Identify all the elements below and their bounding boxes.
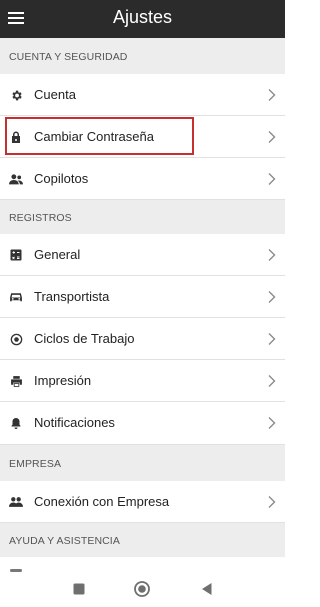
- section-header-empresa: EMPRESA: [0, 445, 285, 481]
- settings-item-notificaciones[interactable]: Notificaciones: [0, 402, 285, 445]
- chevron-right-icon: [267, 495, 277, 509]
- target-icon: [9, 332, 23, 346]
- settings-item-label: Conexión con Empresa: [34, 494, 170, 509]
- gear-icon: [9, 88, 23, 102]
- square-icon[interactable]: [70, 580, 88, 598]
- settings-item-cuenta[interactable]: Cuenta: [0, 74, 285, 116]
- settings-item-copilotos[interactable]: Copilotos: [0, 158, 285, 200]
- lock-icon: [9, 130, 23, 144]
- copilot-users-icon: [9, 172, 23, 186]
- printer-icon: [9, 374, 23, 388]
- calculator-icon: [9, 248, 23, 262]
- chevron-right-icon: [267, 416, 277, 430]
- settings-item-label: Transportista: [34, 289, 110, 304]
- settings-item-label: Impresión: [34, 373, 92, 388]
- people-icon: [9, 495, 23, 509]
- top-app-bar: Ajustes: [0, 0, 285, 38]
- settings-item-label: Ciclos de Trabajo: [34, 331, 135, 346]
- system-navigation-bar: [0, 572, 285, 607]
- settings-item-transportista[interactable]: Transportista: [0, 276, 285, 318]
- chevron-right-icon: [267, 130, 277, 144]
- chevron-right-icon: [267, 172, 277, 186]
- circle-home-icon[interactable]: [133, 580, 151, 598]
- section-header-registros: REGISTROS: [0, 200, 285, 234]
- chevron-right-icon: [267, 88, 277, 102]
- page-title: Ajustes: [112, 7, 173, 27]
- chevron-right-icon: [267, 332, 277, 346]
- settings-item-label: Copilotos: [34, 171, 89, 186]
- chevron-right-icon: [267, 248, 277, 262]
- settings-item-partial[interactable]: [0, 557, 285, 572]
- settings-item-general[interactable]: General: [0, 234, 285, 276]
- truck-icon: [9, 290, 23, 304]
- settings-item-ciclos-de-trabajo[interactable]: Ciclos de Trabajo: [0, 318, 285, 360]
- chevron-right-icon: [267, 290, 277, 304]
- section-header-ayuda-asistencia: AYUDA Y ASISTENCIA: [0, 523, 285, 557]
- settings-screen: Ajustes CUENTA Y SEGURIDAD Cuenta Cambia…: [0, 0, 285, 607]
- settings-item-label: Cuenta: [34, 87, 76, 102]
- bell-icon: [9, 416, 23, 430]
- triangle-back-icon[interactable]: [198, 580, 216, 598]
- settings-item-label: General: [34, 247, 81, 262]
- settings-item-impresion[interactable]: Impresión: [0, 360, 285, 402]
- chevron-right-icon: [267, 374, 277, 388]
- settings-item-cambiar-contrasena[interactable]: Cambiar Contraseña: [0, 116, 285, 158]
- settings-item-label: Cambiar Contraseña: [34, 129, 154, 144]
- section-header-cuenta-seguridad: CUENTA Y SEGURIDAD: [0, 38, 285, 74]
- settings-item-label: Notificaciones: [34, 415, 115, 430]
- settings-item-conexion-con-empresa[interactable]: Conexión con Empresa: [0, 481, 285, 523]
